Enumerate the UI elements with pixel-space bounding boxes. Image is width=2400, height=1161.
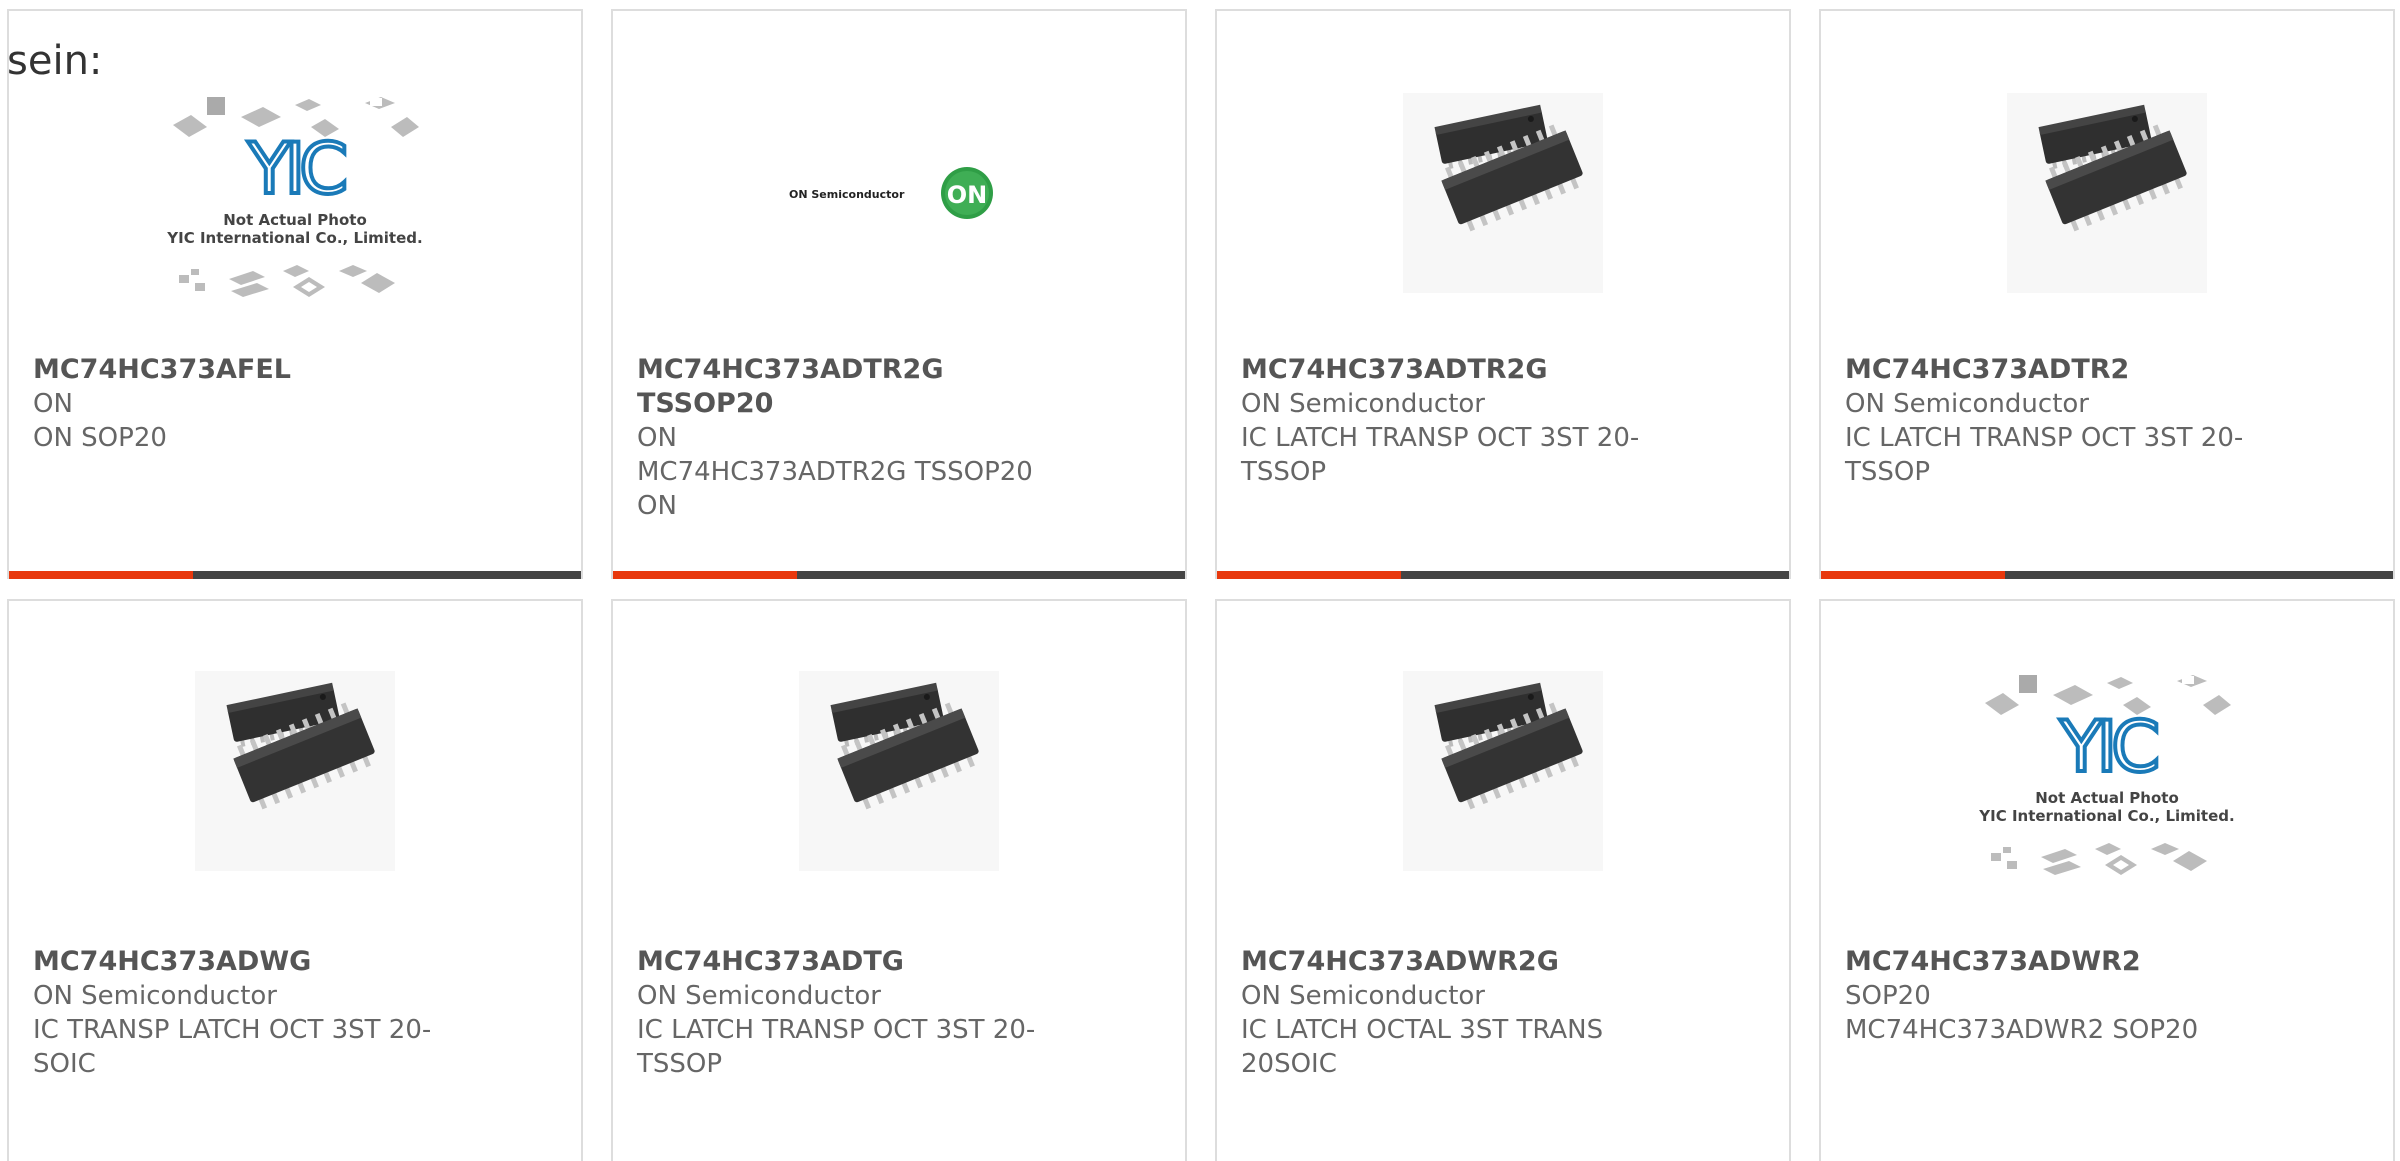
product-description: IC LATCH TRANSP OCT 3ST 20-	[1845, 423, 2244, 453]
product-description: IC LATCH OCTAL 3ST TRANS	[1241, 1015, 1604, 1045]
product-manufacturer: SOP20	[1845, 981, 1931, 1011]
product-name[interactable]: MC74HC373ADTR2	[1845, 353, 2265, 387]
product-card[interactable]: MC74HC373ADTG ON Semiconductor IC LATCH …	[611, 599, 1187, 1161]
product-description-cont: SOIC	[33, 1049, 96, 1079]
product-image[interactable]: ON Semiconductor ON	[613, 89, 1185, 297]
product-name[interactable]: MC74HC373AFEL	[33, 353, 453, 387]
product-image[interactable]	[1821, 667, 2393, 877]
on-semiconductor-logo: ON Semiconductor ON	[789, 167, 993, 219]
product-name[interactable]: MC74HC373ADWG	[33, 945, 453, 979]
yic-placeholder-image	[164, 95, 425, 299]
product-name[interactable]: MC74HC373ADTR2G TSSOP20	[637, 353, 1057, 421]
ic-chip-photo	[1403, 93, 1603, 293]
ic-chip-photo	[195, 671, 395, 871]
product-card[interactable]: MC74HC373ADTR2G ON Semiconductor IC LATC…	[1215, 9, 1791, 579]
card-accent	[613, 571, 797, 579]
product-image[interactable]	[613, 667, 1185, 875]
on-wordmark: ON Semiconductor	[789, 188, 905, 201]
product-card[interactable]: MC74HC373ADTR2 ON Semiconductor IC LATCH…	[1819, 9, 2395, 579]
product-description-cont: ON	[637, 491, 677, 521]
on-badge: ON	[947, 181, 988, 209]
product-name[interactable]: MC74HC373ADTR2G	[1241, 353, 1661, 387]
card-bottom-bar	[1217, 571, 1789, 579]
product-description: ON SOP20	[33, 423, 167, 453]
ic-chip-photo	[2007, 93, 2207, 293]
product-card[interactable]: ON Semiconductor ON MC74HC373ADTR2G TSSO…	[611, 9, 1187, 579]
product-manufacturer: ON	[33, 389, 73, 419]
product-description: IC TRANSP LATCH OCT 3ST 20-	[33, 1015, 432, 1045]
product-manufacturer: ON	[637, 423, 677, 453]
product-name[interactable]: MC74HC373ADTG	[637, 945, 1057, 979]
product-manufacturer: ON Semiconductor	[33, 981, 277, 1011]
card-bottom-bar	[9, 571, 581, 579]
product-image[interactable]	[1217, 89, 1789, 297]
card-accent	[1821, 571, 2005, 579]
product-card[interactable]: MC74HC373ADWR2 SOP20 MC74HC373ADWR2 SOP2…	[1819, 599, 2395, 1161]
yic-placeholder-image	[1976, 673, 2237, 877]
intro-text: sein:	[7, 38, 103, 84]
card-accent	[9, 571, 193, 579]
product-name[interactable]: MC74HC373ADWR2	[1845, 945, 2265, 979]
card-accent	[1217, 571, 1401, 579]
product-description-cont: TSSOP	[1241, 457, 1327, 487]
product-description-cont: TSSOP	[637, 1049, 723, 1079]
product-manufacturer: ON Semiconductor	[637, 981, 881, 1011]
product-description: IC LATCH TRANSP OCT 3ST 20-	[637, 1015, 1036, 1045]
product-card[interactable]: MC74HC373AFEL ON ON SOP20	[7, 9, 583, 579]
product-card[interactable]: MC74HC373ADWR2G ON Semiconductor IC LATC…	[1215, 599, 1791, 1161]
ic-chip-photo	[799, 671, 999, 871]
product-card[interactable]: MC74HC373ADWG ON Semiconductor IC TRANSP…	[7, 599, 583, 1161]
product-description-cont: 20SOIC	[1241, 1049, 1337, 1079]
product-description: IC LATCH TRANSP OCT 3ST 20-	[1241, 423, 1640, 453]
product-image[interactable]	[1217, 667, 1789, 875]
product-description: MC74HC373ADWR2 SOP20	[1845, 1015, 2199, 1045]
product-description-cont: TSSOP	[1845, 457, 1931, 487]
product-manufacturer: ON Semiconductor	[1241, 389, 1485, 419]
product-image[interactable]	[9, 667, 581, 875]
product-image[interactable]	[1821, 89, 2393, 297]
product-manufacturer: ON Semiconductor	[1241, 981, 1485, 1011]
product-image[interactable]	[9, 89, 581, 299]
ic-chip-photo	[1403, 671, 1603, 871]
card-bottom-bar	[613, 571, 1185, 579]
card-bottom-bar	[1821, 571, 2393, 579]
product-name[interactable]: MC74HC373ADWR2G	[1241, 945, 1661, 979]
product-manufacturer: ON Semiconductor	[1845, 389, 2089, 419]
product-description: MC74HC373ADTR2G TSSOP20	[637, 457, 1033, 487]
